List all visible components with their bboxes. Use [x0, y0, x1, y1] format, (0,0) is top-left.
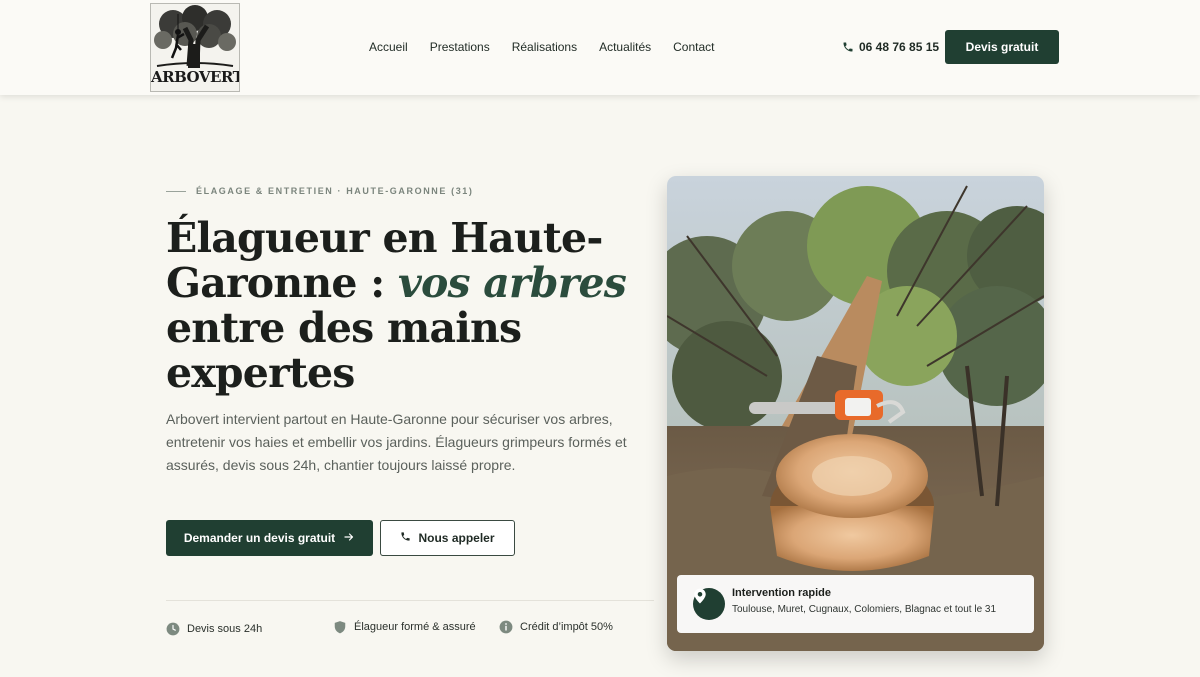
hero-features: Devis sous 24h Élagueur formé & assuré C… — [166, 620, 636, 642]
request-quote-button[interactable]: Demander un devis gratuit — [166, 520, 373, 556]
nav-item-realisations[interactable]: Réalisations — [512, 40, 577, 54]
logo-wordmark: ARBOVERT — [151, 68, 240, 86]
hero-photo: Intervention rapide Toulouse, Muret, Cug… — [667, 176, 1044, 651]
hero-eyebrow: ÉLAGAGE & ENTRETIEN · HAUTE-GARONNE (31) — [166, 186, 474, 196]
phone-icon — [400, 531, 411, 545]
eyebrow-text: ÉLAGAGE & ENTRETIEN · HAUTE-GARONNE (31) — [196, 186, 474, 196]
call-us-button[interactable]: Nous appeler — [380, 520, 515, 556]
hero-lead: Arbovert intervient partout en Haute-Gar… — [166, 411, 627, 473]
request-quote-label: Demander un devis gratuit — [183, 531, 336, 545]
phone-number: 06 48 76 85 15 — [859, 40, 940, 54]
badge-subtitle: Toulouse, Muret, Cugnaux, Colomiers, Bla… — [732, 604, 997, 615]
nav-item-accueil[interactable]: Accueil — [369, 40, 408, 54]
main-navigation: Accueil Prestations Réalisations Actuali… — [369, 40, 714, 54]
nav-item-prestations[interactable]: Prestations — [430, 40, 490, 54]
feature-label: Élagueur formé & assuré — [354, 621, 476, 633]
hero-title-emphasis: vos arbres — [397, 259, 627, 307]
info-icon — [499, 620, 513, 634]
feature-insured: Élagueur formé & assuré — [333, 620, 476, 634]
hero-title-part2: entre des mains expertes — [166, 304, 522, 397]
arbovert-logo[interactable]: ARBOVERT — [150, 3, 240, 92]
location-pin-icon — [693, 588, 725, 620]
arrow-right-icon — [343, 531, 355, 546]
shield-icon — [333, 620, 347, 634]
badge-title: Intervention rapide — [732, 587, 832, 599]
call-us-label: Nous appeler — [418, 531, 495, 545]
feature-quote-24h: Devis sous 24h — [166, 622, 262, 636]
header-phone-link[interactable]: 06 48 76 85 15 — [842, 40, 939, 54]
header-quote-button[interactable]: Devis gratuit — [945, 30, 1059, 64]
intervention-badge: Intervention rapide Toulouse, Muret, Cug… — [677, 575, 1034, 633]
feature-label: Devis sous 24h — [187, 623, 263, 635]
nav-item-actualites[interactable]: Actualités — [599, 40, 651, 54]
clock-icon — [166, 622, 180, 636]
feature-tax-credit: Crédit d’impôt 50% — [499, 620, 613, 634]
hero-title: Élagueur en Haute-Garonne : vos arbres e… — [166, 216, 636, 396]
phone-icon — [842, 41, 854, 53]
eyebrow-rule — [166, 190, 186, 192]
nav-item-contact[interactable]: Contact — [673, 40, 714, 54]
feature-label: Crédit d’impôt 50% — [520, 621, 613, 633]
features-divider — [166, 600, 654, 601]
site-header: ARBOVERT Accueil Prestations Réalisation… — [0, 0, 1200, 95]
